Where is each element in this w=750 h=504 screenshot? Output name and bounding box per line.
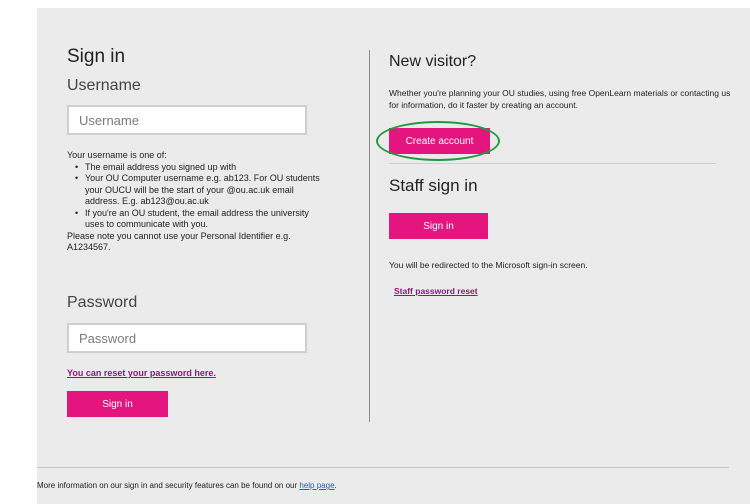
staff-password-reset-link[interactable]: Staff password reset (394, 286, 478, 296)
create-account-button[interactable]: Create account (389, 128, 490, 154)
new-visitor-description: Whether you're planning your OU studies,… (389, 88, 731, 110)
help-page-link[interactable]: help page (299, 481, 334, 490)
username-input[interactable] (67, 105, 307, 135)
help-list: The email address you signed up with You… (67, 162, 327, 231)
password-input[interactable] (67, 323, 307, 353)
signin-button[interactable]: Sign in (67, 391, 168, 417)
footer-text-main: More information on our sign in and secu… (37, 481, 300, 490)
reset-password-link[interactable]: You can reset your password here. (67, 368, 216, 378)
username-label: Username (67, 77, 141, 94)
page-panel (37, 8, 750, 504)
staff-signin-heading: Staff sign in (389, 176, 478, 195)
new-visitor-heading: New visitor? (389, 53, 477, 70)
signin-heading: Sign in (67, 46, 126, 67)
redirect-note: You will be redirected to the Microsoft … (389, 260, 588, 270)
footer-divider (37, 467, 729, 468)
help-item-email: The email address you signed up with (75, 162, 327, 174)
username-help: Your username is one of: The email addre… (67, 150, 327, 254)
help-item-oucu: Your OU Computer username e.g. ab123. Fo… (75, 173, 327, 208)
help-intro: Your username is one of: (67, 150, 167, 160)
staff-signin-button[interactable]: Sign in (389, 213, 488, 239)
column-divider (369, 50, 370, 422)
help-item-student-email: If you're an OU student, the email addre… (75, 208, 327, 231)
section-divider (389, 163, 716, 164)
reset-password-link-text: You can reset your password here (67, 368, 214, 378)
reset-password-link-suffix: . (213, 368, 216, 378)
password-label: Password (67, 294, 138, 311)
footer-text: More information on our sign in and secu… (37, 481, 337, 490)
footer-text-suffix: . (334, 481, 337, 490)
help-note: Please note you cannot use your Personal… (67, 230, 291, 253)
